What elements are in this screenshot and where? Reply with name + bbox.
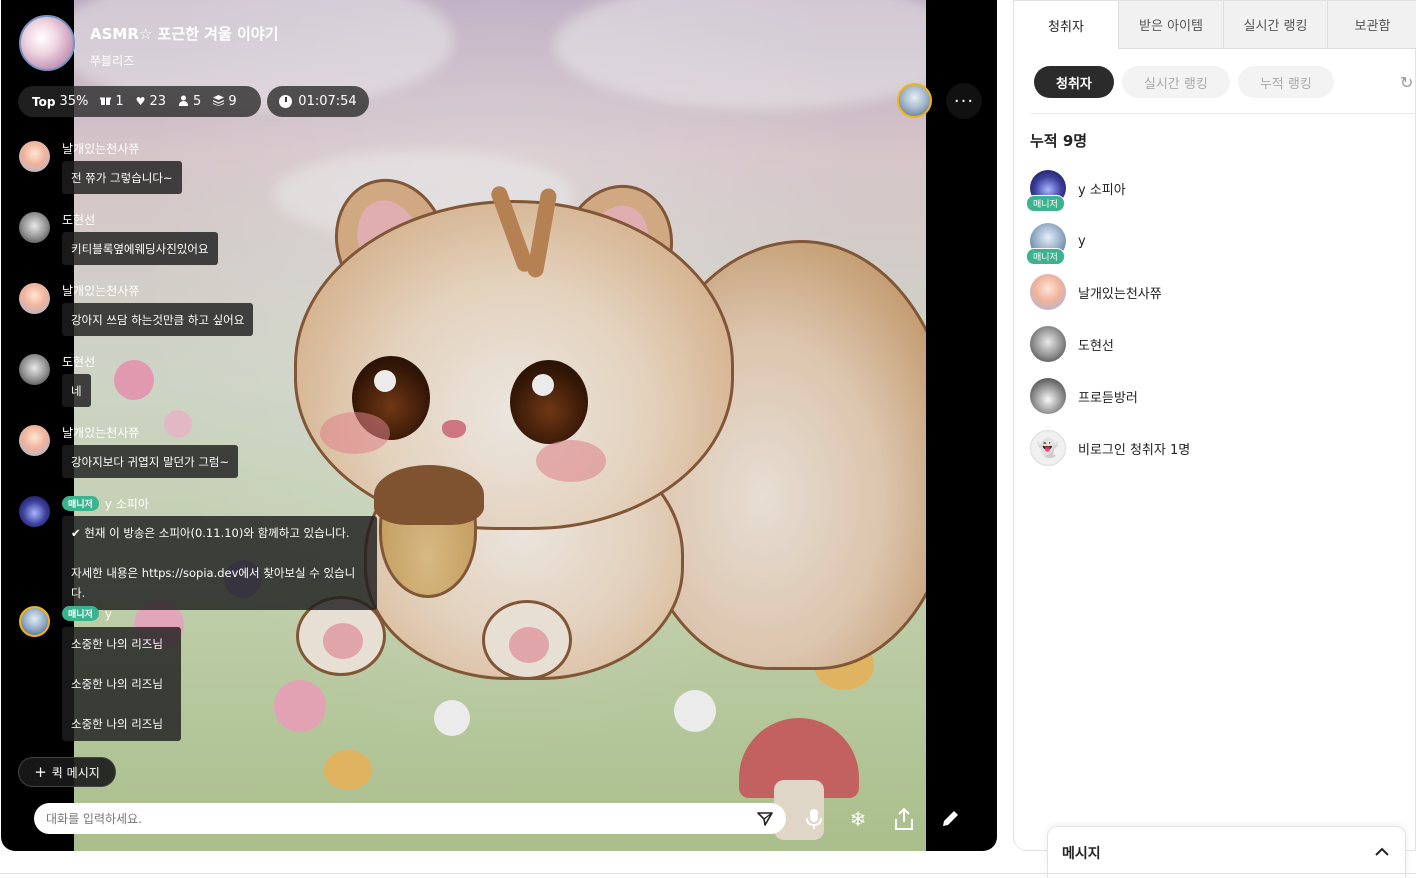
chat-message: 키티블록옆에웨딩사진있어요	[62, 232, 218, 265]
listener-name: 날개있는천사쮸	[1078, 286, 1162, 302]
broadcast-timer: 01:07:54	[267, 86, 369, 117]
gift-icon	[100, 95, 112, 109]
chat-username[interactable]: 날개있는천사쮸	[62, 140, 139, 157]
avatar: 매니저	[1026, 170, 1066, 212]
manager-badge: 매니저	[1026, 248, 1065, 265]
gift-stat: 1	[100, 94, 124, 109]
chat-username[interactable]: 매니저 y	[62, 606, 112, 621]
chat-username[interactable]: 매니저 y 소피아	[62, 495, 149, 512]
host-avatar[interactable]	[19, 15, 75, 71]
tab-storage[interactable]: 보관함	[1328, 1, 1416, 49]
avatar	[1030, 378, 1066, 414]
manager-badge: 매니저	[62, 606, 99, 621]
dj-profile-avatar[interactable]	[897, 83, 932, 118]
tab-received-items[interactable]: 받은 아이템	[1119, 1, 1224, 49]
chat-username[interactable]: 날개있는천사쮸	[62, 282, 139, 299]
clock-icon	[279, 95, 293, 108]
listener-total: 누적 9명	[1030, 132, 1088, 150]
quick-message-button[interactable]: + 퀵 메시지	[18, 757, 116, 787]
send-icon[interactable]	[756, 810, 774, 828]
ghost-icon: 👻	[1030, 430, 1066, 466]
pen-icon[interactable]	[936, 805, 964, 833]
listener-name: y 소피아	[1078, 182, 1126, 198]
listener-name: 도현선	[1078, 338, 1114, 354]
message-dock[interactable]: 메시지	[1047, 826, 1406, 878]
heart-icon: ♥	[135, 95, 146, 108]
chat-message: ✔ 현재 이 방송은 소피아(0.11.10)와 함께하고 있습니다. 자세한 …	[62, 516, 377, 610]
refresh-icon[interactable]: ↻	[1400, 73, 1413, 92]
listener-item[interactable]: 매니저 y	[1026, 221, 1086, 265]
listener-subtabs: 청취자 실시간 랭킹 누적 랭킹	[1034, 66, 1334, 98]
chat-input-container	[34, 803, 786, 834]
listener-name: 프로듣방러	[1078, 390, 1138, 406]
like-stat: ♥ 23	[135, 94, 167, 109]
chat-message: 강아지 쓰담 하는것만큼 하고 싶어요	[62, 303, 254, 336]
chat-avatar[interactable]	[19, 425, 50, 456]
more-options-button[interactable]: ···	[946, 83, 982, 119]
chevron-up-icon[interactable]	[1375, 845, 1389, 861]
listener-item[interactable]: 도현선	[1030, 324, 1114, 364]
chat-username[interactable]: 도현선	[62, 211, 95, 228]
panel-tabs: 청취자 받은 아이템 실시간 랭킹 보관함	[1014, 1, 1416, 49]
chat-avatar[interactable]	[19, 606, 50, 637]
chat-avatar[interactable]	[19, 283, 50, 314]
listener-name: 비로그인 청취자 1명	[1078, 442, 1191, 458]
side-panel: 청취자 받은 아이템 실시간 랭킹 보관함 청취자 실시간 랭킹 누적 랭킹 ↻…	[1013, 0, 1416, 851]
tab-listeners[interactable]: 청취자	[1014, 1, 1119, 49]
host-name[interactable]: 쭈블리즈	[90, 52, 134, 69]
listener-item[interactable]: 프로듣방러	[1030, 376, 1138, 416]
layers-icon	[213, 94, 225, 109]
chat-username[interactable]: 날개있는천사쮸	[62, 424, 139, 441]
person-icon	[178, 95, 189, 109]
chat-avatar[interactable]	[19, 212, 50, 243]
snowflake-icon[interactable]: ❄	[844, 805, 872, 833]
avatar: 매니저	[1026, 223, 1066, 265]
chat-avatar[interactable]	[19, 496, 50, 527]
divider	[1030, 113, 1416, 114]
chat-username[interactable]: 도현선	[62, 353, 95, 370]
chat-avatar[interactable]	[19, 141, 50, 172]
plus-icon: +	[34, 762, 47, 781]
listener-name: y	[1078, 233, 1086, 249]
message-dock-title: 메시지	[1062, 845, 1101, 862]
manager-badge: 매니저	[1026, 195, 1065, 212]
listener-item[interactable]: 👻 비로그인 청취자 1명	[1030, 428, 1190, 468]
tab-realtime-ranking[interactable]: 실시간 랭킹	[1224, 1, 1328, 49]
subtab-cumulative-ranking[interactable]: 누적 랭킹	[1237, 66, 1334, 98]
broadcast-title: ASMR☆ 포근한 겨울 이야기	[90, 25, 279, 43]
share-icon[interactable]	[890, 805, 918, 833]
mic-icon[interactable]	[800, 805, 828, 833]
chat-message: 강아지보다 귀엽지 말던가 그럼~	[62, 445, 239, 478]
chat-avatar[interactable]	[19, 354, 50, 385]
subtab-realtime-ranking[interactable]: 실시간 랭킹	[1121, 66, 1230, 98]
chat-message: 전 쮸가 그렇습니다~	[62, 161, 182, 194]
chat-input[interactable]	[46, 811, 756, 826]
listener-item[interactable]: 날개있는천사쮸	[1030, 272, 1162, 312]
divider	[0, 873, 1416, 874]
avatar	[1030, 326, 1066, 362]
subtab-listeners[interactable]: 청취자	[1034, 66, 1114, 98]
chat-message: 소중한 나의 리즈님 소중한 나의 리즈님 소중한 나의 리즈님	[62, 627, 181, 741]
manager-badge: 매니저	[62, 496, 99, 511]
listener-item[interactable]: 매니저 y 소피아	[1026, 168, 1126, 212]
rank-stat: Top 35%	[32, 94, 89, 109]
live-player: ASMR☆ 포근한 겨울 이야기 쭈블리즈 Top 35% 1 ♥ 23 5 9…	[1, 0, 997, 851]
avatar	[1030, 274, 1066, 310]
listener-stat: 5	[178, 94, 201, 109]
broadcast-background-image	[74, 0, 926, 851]
layer-stat: 9	[213, 94, 237, 109]
broadcast-stats: Top 35% 1 ♥ 23 5 9	[18, 86, 261, 117]
chat-message: 네	[62, 374, 91, 407]
